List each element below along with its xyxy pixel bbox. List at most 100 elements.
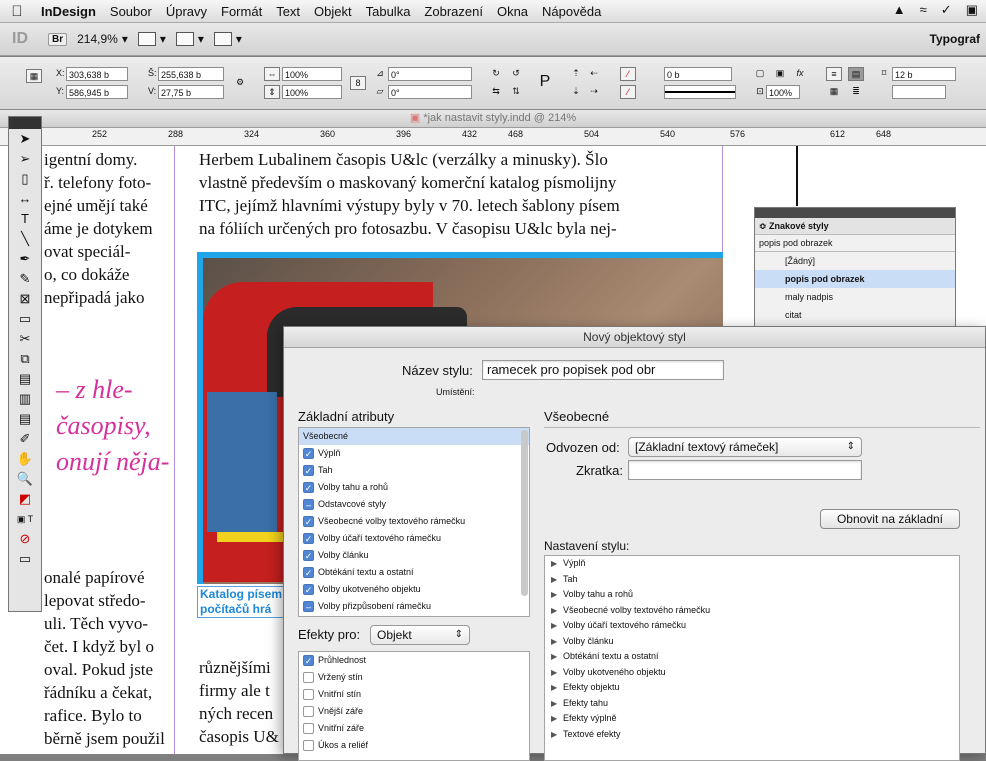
height-field[interactable]: 27,75 b [158,85,224,99]
width-field[interactable]: 255,638 b [158,67,224,81]
attribute-item[interactable]: ✓ Všeobecné volby textového rámečku [299,513,529,530]
wifi-icon[interactable]: ≈ [920,2,927,18]
disclosure-triangle-icon[interactable]: ▶ [551,649,563,664]
tools-panel-header[interactable] [9,117,41,129]
view-options-dropdown[interactable]: ▾ [137,32,166,46]
stroke-type-dropdown[interactable] [664,85,736,99]
disclosure-triangle-icon[interactable]: ▶ [551,634,563,649]
setting-item[interactable]: ▶ Volby tahu a rohů [545,587,959,603]
checkbox-mixed-icon[interactable]: – [303,601,314,612]
checkbox-icon[interactable]: ✓ [303,567,314,578]
distribute-icon[interactable]: ≣ [848,85,864,99]
style-item[interactable]: citat [755,306,955,324]
workspace-switcher[interactable]: Typograf [930,32,980,46]
eyedropper-tool-icon[interactable]: ✐ [10,429,40,449]
checkbox-icon[interactable] [303,689,314,700]
select-content-icon[interactable]: ⇣ [568,85,584,99]
style-item[interactable]: maly nadpis [755,288,955,306]
menu-zobrazeni[interactable]: Zobrazení [417,4,490,19]
checkbox-icon[interactable]: ✓ [303,482,314,493]
menu-tabulka[interactable]: Tabulka [359,4,418,19]
stroke-swatch-icon[interactable]: ⁄ [620,85,636,99]
x-field[interactable]: 303,638 b [66,67,128,81]
line-tool-icon[interactable]: ╲ [10,229,40,249]
screen-mode-dropdown[interactable]: ▾ [175,32,204,46]
disclosure-triangle-icon[interactable]: ▶ [551,618,563,633]
align-icon[interactable]: ▦ [826,85,842,99]
menu-app[interactable]: InDesign [34,4,103,19]
text-frame-icon[interactable]: ≡ [826,67,842,81]
fill-swatch-icon[interactable]: ⁄ [620,67,636,81]
attribute-item[interactable]: – Odstavcové styly [299,496,529,513]
style-item-selected[interactable]: popis pod obrazek [755,270,955,288]
menu-text[interactable]: Text [269,4,307,19]
checkbox-icon[interactable] [303,740,314,751]
checkbox-icon[interactable] [303,672,314,683]
setting-item[interactable]: ▶ Efekty tahu [545,696,959,712]
direct-selection-tool-icon[interactable]: ➢ [10,149,40,169]
select-container-icon[interactable]: ⇡ [568,67,584,81]
shortcut-input[interactable] [628,460,862,480]
effect-item[interactable]: Vnější záře [299,703,529,720]
based-on-select[interactable]: [Základní textový rámeček] ⇕ [628,437,862,457]
attribute-item[interactable]: ✓ Volby článku [299,547,529,564]
menu-soubor[interactable]: Soubor [103,4,159,19]
disclosure-triangle-icon[interactable]: ▶ [551,572,563,587]
fill-stroke-icon[interactable]: ◩ [10,489,40,509]
attribute-item[interactable]: ✓ Tah [299,462,529,479]
arrange-dropdown[interactable]: ▾ [213,32,242,46]
checkbox-icon[interactable] [303,723,314,734]
effect-item[interactable]: Vržený stín [299,669,529,686]
page-tool-icon[interactable]: ▯ [10,169,40,189]
gutter-field[interactable]: 12 b [892,67,956,81]
disclosure-triangle-icon[interactable]: ▶ [551,711,563,726]
selection-tool-icon[interactable]: ➤ [10,129,40,149]
bridge-button[interactable]: Br [48,32,68,46]
free-transform-tool-icon[interactable]: ⧉ [10,349,40,369]
menu-okna[interactable]: Okna [490,4,535,19]
setting-item[interactable]: ▶ Všeobecné volby textového rámečku [545,603,959,619]
reference-point-icon[interactable]: ▦ [26,69,42,83]
attribute-item-vseobecne[interactable]: Všeobecné [299,428,529,445]
select-previous-icon[interactable]: ⇠ [586,67,602,81]
setting-item[interactable]: ▶ Volby ukotveného objektu [545,665,959,681]
adobe-icon[interactable]: ▲ [893,2,906,18]
style-name-input[interactable]: ramecek pro popisek pod obr [482,360,724,380]
setting-item[interactable]: ▶ Volby článku [545,634,959,650]
disclosure-triangle-icon[interactable]: ▶ [551,587,563,602]
rotate-cw-icon[interactable]: ↻ [488,67,504,81]
attribute-item[interactable]: ✓ Obtékání textu a ostatní [299,564,529,581]
setting-item[interactable]: ▶ Obtékání textu a ostatní [545,649,959,665]
attribute-item[interactable]: ✓ Výplň [299,445,529,462]
stroke-weight-field[interactable]: 0 b [664,67,732,81]
sync-icon[interactable]: ✓ [941,2,952,18]
fx-icon[interactable]: fx [792,67,808,81]
gradient-feather-tool-icon[interactable]: ▥ [10,389,40,409]
attributes-scrollbar[interactable] [521,430,528,596]
object-style-icon[interactable]: ▤ [848,67,864,81]
checkbox-icon[interactable]: ✓ [303,465,314,476]
reset-to-base-button[interactable]: Obnovit na základní [820,509,960,529]
type-tool-icon[interactable]: T [10,209,40,229]
opacity-field[interactable]: 100% [766,85,800,99]
attribute-item[interactable]: ✓ Volby účaří textového rámečku [299,530,529,547]
hand-tool-icon[interactable]: ✋ [10,449,40,469]
pen-tool-icon[interactable]: ✒ [10,249,40,269]
select-next-icon[interactable]: ⇢ [586,85,602,99]
shear-field[interactable]: 0° [388,85,472,99]
panel-header[interactable] [755,208,955,218]
rotate-field[interactable]: 0° [388,67,472,81]
flip-horizontal-icon[interactable]: ⇆ [488,85,504,99]
disclosure-triangle-icon[interactable]: ▶ [551,727,563,742]
flip-vertical-icon[interactable]: ⇅ [508,85,524,99]
effect-item[interactable]: Vnitřní záře [299,720,529,737]
disclosure-triangle-icon[interactable]: ▶ [551,665,563,680]
display-icon[interactable]: ▣ [966,2,978,18]
menu-napoveda[interactable]: Nápověda [535,4,608,19]
checkbox-icon[interactable]: ✓ [303,516,314,527]
apple-icon[interactable]:  [0,3,34,20]
rotate-ccw-icon[interactable]: ↺ [508,67,524,81]
disclosure-triangle-icon[interactable]: ▶ [551,603,563,618]
checkbox-icon[interactable]: ✓ [303,533,314,544]
apply-none-icon[interactable]: ⊘ [10,529,40,549]
